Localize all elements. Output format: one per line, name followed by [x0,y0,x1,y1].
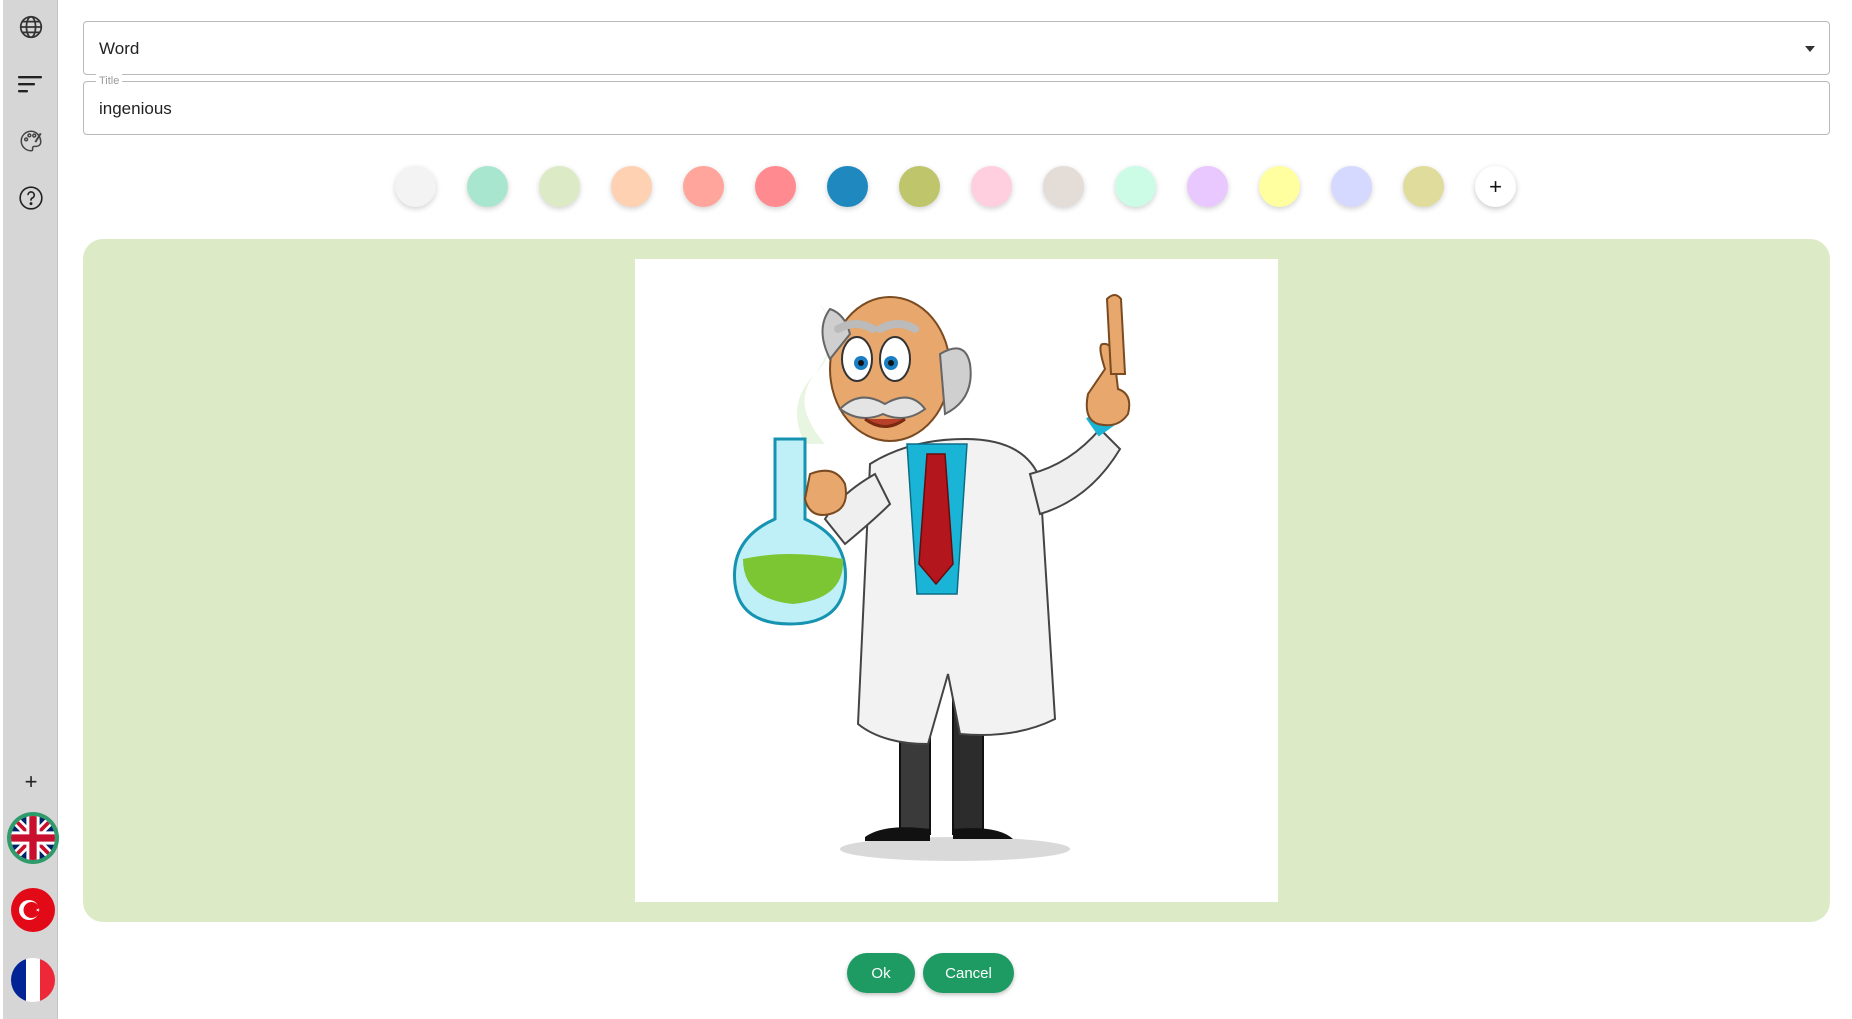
add-color-button[interactable]: + [1475,166,1516,207]
add-language-label: + [24,769,38,794]
color-swatch[interactable] [539,166,580,207]
add-language-button[interactable]: + [19,770,43,794]
flag-turkey-icon[interactable] [9,886,57,934]
cancel-button[interactable]: Cancel [923,953,1014,993]
title-input-value: ingenious [99,99,172,118]
flag-uk-icon[interactable] [11,816,55,860]
color-swatch[interactable] [899,166,940,207]
color-swatch-row: + [395,166,1516,210]
color-swatch[interactable] [395,166,436,207]
type-select-value: Word [99,39,140,58]
color-swatch[interactable] [611,166,652,207]
sidebar: + [3,0,58,1019]
color-swatch[interactable] [1115,166,1156,207]
color-swatch[interactable] [1331,166,1372,207]
color-swatch[interactable] [1403,166,1444,207]
type-select[interactable]: Word [83,21,1830,75]
word-card [83,239,1830,922]
color-swatch[interactable] [1043,166,1084,207]
color-swatch[interactable] [467,166,508,207]
color-swatch[interactable] [827,166,868,207]
chevron-down-icon [1805,46,1815,52]
ok-button-label: Ok [871,964,891,982]
cancel-button-label: Cancel [945,964,992,982]
help-icon[interactable] [15,182,47,214]
ok-button[interactable]: Ok [847,953,915,993]
title-legend: Title [96,74,123,88]
color-swatch[interactable] [755,166,796,207]
flag-france-icon[interactable] [9,956,57,1004]
color-swatch[interactable] [683,166,724,207]
scientist-image [635,259,1278,902]
palette-icon[interactable] [15,125,47,157]
add-color-label: + [1489,173,1502,199]
title-input[interactable]: Title ingenious [83,74,1830,135]
sort-icon[interactable] [15,68,47,100]
color-swatch[interactable] [971,166,1012,207]
globe-icon[interactable] [15,11,47,43]
color-swatch[interactable] [1187,166,1228,207]
color-swatch[interactable] [1259,166,1300,207]
